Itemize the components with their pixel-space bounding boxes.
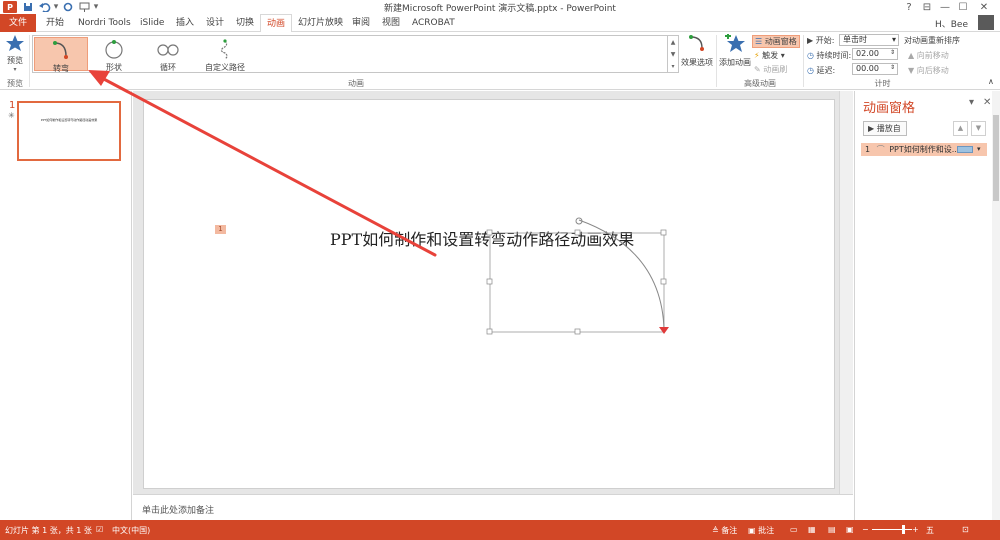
arrow-head (88, 70, 110, 86)
arrow-shaft (98, 75, 437, 257)
powerpoint-window: P ▾ ▾ 新建Microsoft PowerPoint 演示文稿.pptx -… (0, 0, 1000, 540)
annotation-arrow (88, 70, 437, 257)
